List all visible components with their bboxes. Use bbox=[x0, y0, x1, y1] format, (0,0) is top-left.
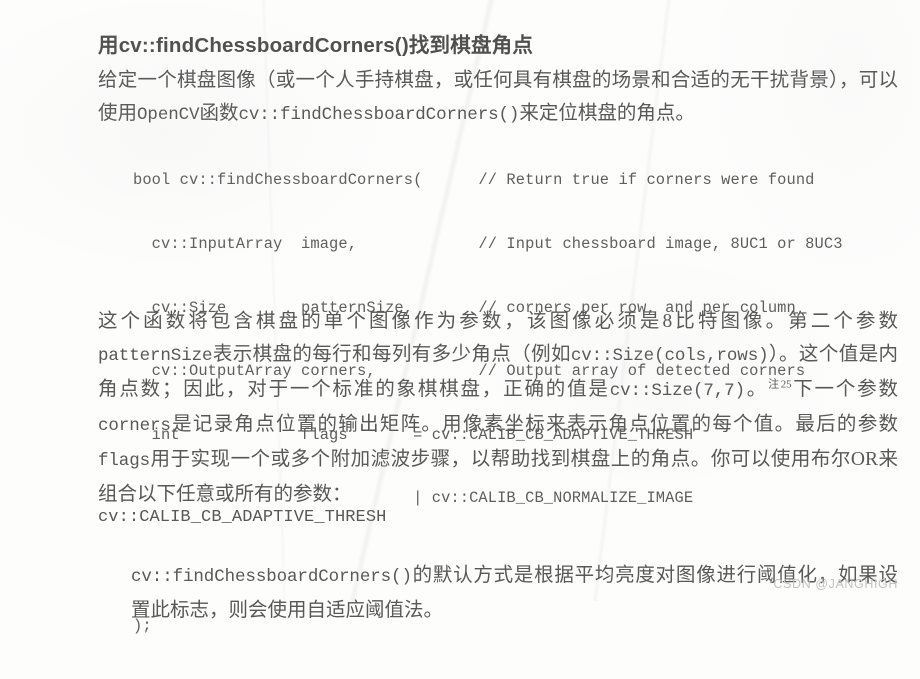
code-line: cv::InputArray image, // Input chessboar… bbox=[133, 235, 843, 253]
document-page: 用cv::findChessboardCorners()找到棋盘角点 给定一个棋… bbox=[0, 0, 920, 635]
body-text-s5: 下一个参数 bbox=[791, 378, 898, 400]
footnote-marker: 注25 bbox=[768, 378, 792, 390]
body-text-s4: 。 bbox=[744, 378, 769, 400]
page-title: 用cv::findChessboardCorners()找到棋盘角点 bbox=[98, 33, 534, 57]
intro-code-findchessboardcorners: cv::findChessboardCorners() bbox=[238, 104, 520, 125]
body-paragraph: 这个函数将包含棋盘的单个图像作为参数，该图像必须是8比特图像。第二个参数 patt… bbox=[98, 305, 898, 511]
flag-term-adaptive-thresh: cv::CALIB_CB_ADAPTIVE_THRESH bbox=[98, 508, 387, 527]
flag-definition-adaptive-thresh: cv::findChessboardCorners()的默认方式是根据平均亮度对… bbox=[131, 559, 898, 627]
body-text-s7: 用于实现一个或多个附加滤波步骤，以帮助找到棋盘上的角点。你可以使用布尔OR来组合… bbox=[98, 448, 898, 505]
body-code-patternsize: patternSize bbox=[98, 345, 213, 366]
csdn-watermark: CSDN @JANGHIGH bbox=[773, 577, 898, 591]
body-text-s2: 表示棋盘的每行和每列有多少角点（例如 bbox=[212, 343, 571, 365]
body-text-s6: 是记录角点位置的输出矩阵。用像素坐标来表示角点位置的每个值。最后的参数 bbox=[170, 413, 898, 435]
body-text-s1: 这个函数将包含棋盘的单个图像作为参数，该图像必须是8比特图像。第二个参数 bbox=[98, 310, 898, 332]
intro-text-part-2: 函数 bbox=[199, 102, 239, 124]
body-code-flags: flags bbox=[98, 450, 151, 471]
flag-def-code-findchessboardcorners: cv::findChessboardCorners() bbox=[131, 566, 412, 587]
code-line: bool cv::findChessboardCorners( // Retur… bbox=[133, 171, 815, 190]
intro-paragraph: 给定一个棋盘图像（或一个人手持棋盘，或任何具有棋盘的场景和合适的无干扰背景），可… bbox=[98, 64, 898, 132]
body-code-corners: corners bbox=[98, 415, 171, 436]
intro-text-part-3: 来定位棋盘的角点。 bbox=[519, 102, 695, 124]
intro-code-opencv: OpenCV bbox=[137, 104, 200, 125]
body-code-cvsize-77: cv::Size(7,7) bbox=[609, 380, 745, 401]
body-code-cvsize-colsrows: cv::Size(cols,rows) bbox=[570, 345, 769, 366]
